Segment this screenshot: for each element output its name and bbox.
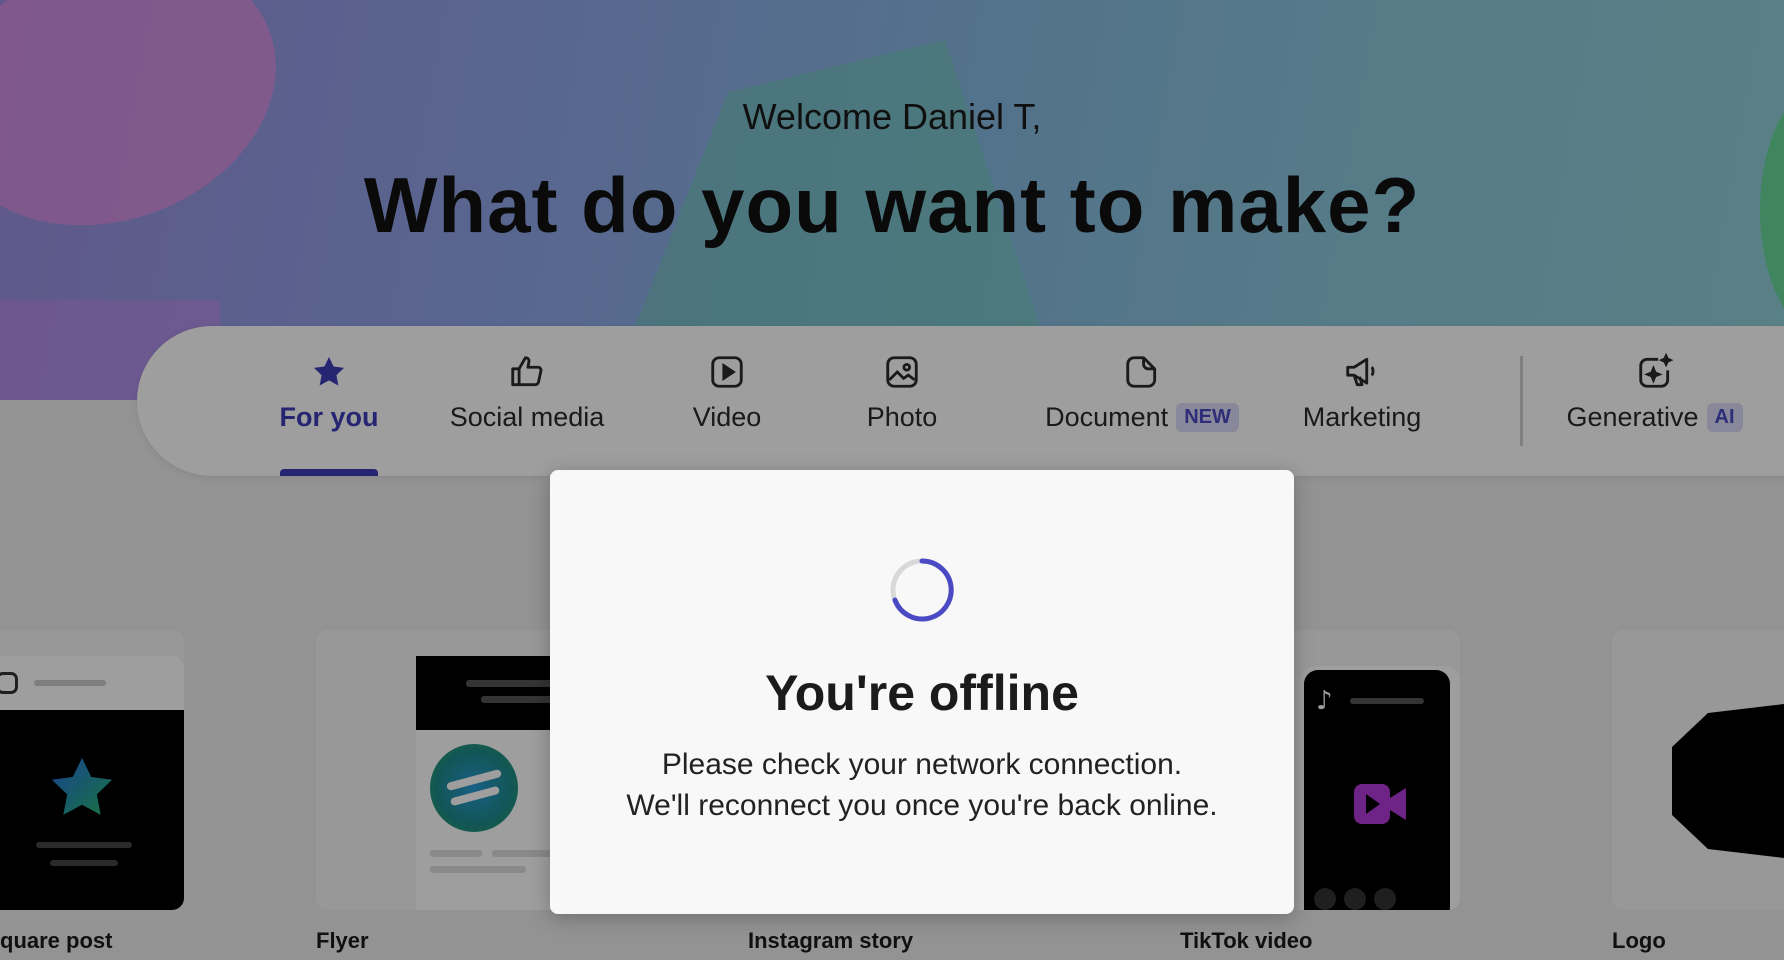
page: Welcome Daniel T, What do you want to ma… [0, 0, 1784, 960]
loading-spinner-icon [890, 558, 954, 622]
dialog-message: Please check your network connection. We… [550, 744, 1294, 826]
dialog-title: You're offline [765, 665, 1079, 721]
dialog-message-line: Please check your network connection. [661, 748, 1183, 781]
offline-dialog: You're offline Please check your network… [550, 470, 1294, 914]
dialog-message-line: We'll reconnect you once you're back onl… [626, 789, 1218, 822]
